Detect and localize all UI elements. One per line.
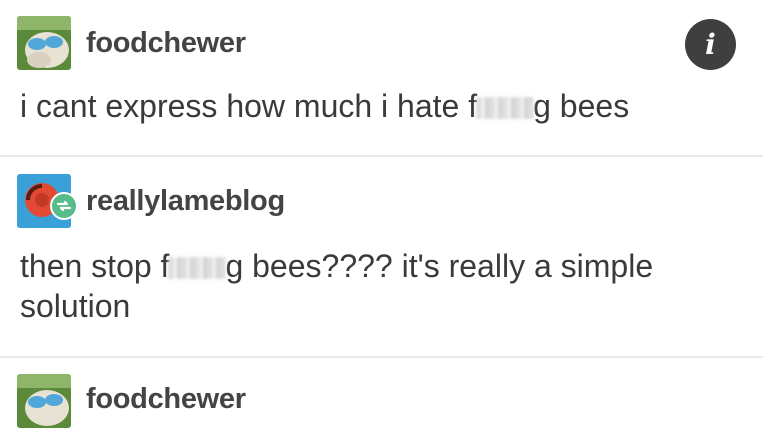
post-username[interactable]: foodchewer [86, 26, 246, 60]
post-username[interactable]: reallylameblog [86, 184, 285, 218]
post-body: i cant express how much i hate f g bees [20, 86, 740, 126]
info-icon[interactable]: i [685, 19, 736, 70]
post-text: g bees???? it's really a simple [225, 248, 654, 284]
post-line: then stop f g bees???? it's really a simp… [20, 246, 740, 286]
post-text: g bees [533, 88, 630, 124]
post-line: solution [20, 288, 131, 324]
post-body: then stop f g bees???? it's really a simp… [20, 246, 740, 326]
avatar[interactable] [17, 374, 71, 428]
post-username[interactable]: foodchewer [86, 382, 246, 416]
censor-blur [476, 97, 535, 119]
divider [0, 356, 763, 358]
avatar[interactable] [17, 16, 71, 70]
censor-blur [168, 257, 227, 279]
divider [0, 155, 763, 157]
post-text: i cant express how much i hate f [20, 88, 478, 124]
post-text: then stop f [20, 248, 170, 284]
reblog-icon [50, 192, 78, 220]
